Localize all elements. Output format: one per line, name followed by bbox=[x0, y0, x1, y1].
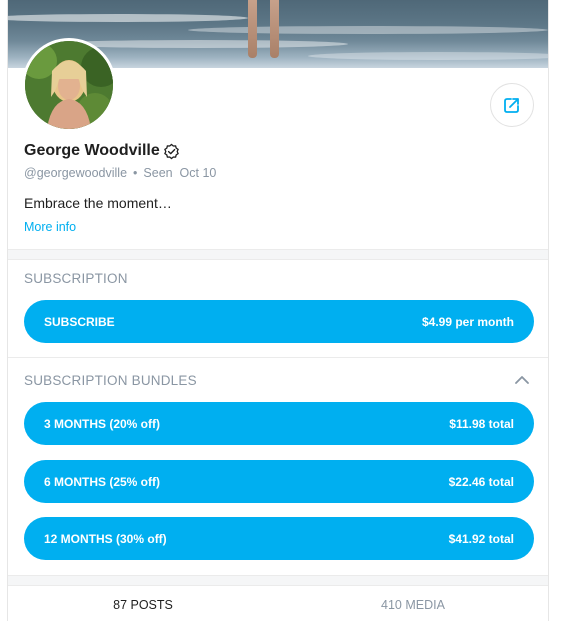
share-icon bbox=[504, 98, 519, 113]
share-button[interactable] bbox=[490, 83, 534, 127]
avatar[interactable] bbox=[22, 38, 116, 132]
profile-handle: @georgewoodville bbox=[24, 166, 128, 180]
verified-badge-icon bbox=[163, 143, 179, 159]
bundle-6-months-button[interactable]: 6 MONTHS (25% off) $22.46 total bbox=[24, 460, 534, 503]
collapse-bundles-button[interactable] bbox=[514, 373, 530, 392]
profile-meta: @georgewoodville • Seen Oct 10 bbox=[24, 166, 216, 180]
bundle-label: 6 MONTHS (25% off) bbox=[44, 474, 161, 489]
meta-separator: • bbox=[133, 166, 138, 180]
tab-posts[interactable]: 87 POSTS bbox=[8, 585, 278, 621]
bundle-3-months-button[interactable]: 3 MONTHS (20% off) $11.98 total bbox=[24, 402, 534, 445]
divider bbox=[8, 357, 548, 358]
bundle-label: 3 MONTHS (20% off) bbox=[44, 416, 161, 431]
subscribe-price: $4.99 per month bbox=[421, 314, 514, 329]
profile-card: George Woodville @georgewoodville • Seen… bbox=[7, 0, 549, 621]
tab-media[interactable]: 410 MEDIA bbox=[278, 585, 548, 621]
subscribe-label: SUBSCRIBE bbox=[44, 314, 115, 329]
bundle-12-months-button[interactable]: 12 MONTHS (30% off) $41.92 total bbox=[24, 517, 534, 560]
more-info-link[interactable]: More info bbox=[24, 220, 76, 234]
bundle-price: $22.46 total bbox=[448, 474, 514, 489]
bundles-title: SUBSCRIPTION BUNDLES bbox=[24, 373, 197, 388]
bundle-label: 12 MONTHS (30% off) bbox=[44, 531, 167, 546]
profile-tabs: 87 POSTS 410 MEDIA bbox=[8, 585, 548, 621]
profile-name-row: George Woodville bbox=[24, 142, 180, 160]
bundle-price: $41.92 total bbox=[448, 531, 514, 546]
divider bbox=[8, 249, 548, 260]
subscription-title: SUBSCRIPTION bbox=[24, 271, 128, 286]
profile-name: George Woodville bbox=[24, 142, 160, 159]
profile-bio: Embrace the moment… bbox=[24, 195, 172, 211]
subscribe-button[interactable]: SUBSCRIBE $4.99 per month bbox=[24, 300, 534, 343]
bundle-price: $11.98 total bbox=[449, 416, 514, 431]
chevron-up-icon bbox=[515, 376, 529, 384]
last-seen: Seen Oct 10 bbox=[143, 166, 217, 180]
